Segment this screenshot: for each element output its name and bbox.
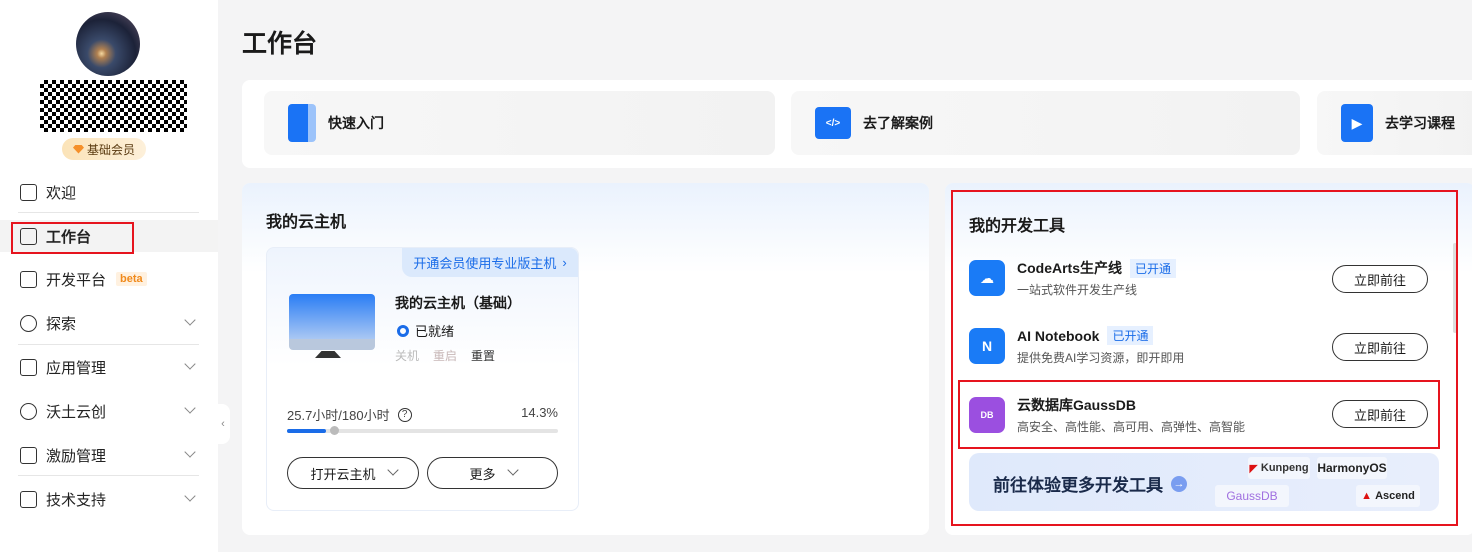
monitor-stand (315, 351, 341, 358)
play-icon: ▶ (1341, 104, 1373, 142)
usage-progress-fill (287, 429, 326, 433)
dev-platform-icon (20, 270, 37, 288)
sidebar-item-wotu[interactable]: 沃土云创 (0, 395, 218, 427)
go-button[interactable]: 立即前往 (1332, 265, 1428, 293)
usage-percent: 14.3% (521, 405, 558, 420)
home-icon (20, 183, 37, 201)
status-dot-icon (397, 324, 409, 337)
door-icon (288, 104, 316, 142)
chevron-down-icon (184, 314, 196, 326)
sidebar-item-explore[interactable]: 探索 (0, 307, 218, 339)
cloud-pipeline-icon: ☁ (969, 260, 1005, 296)
go-button[interactable]: 立即前往 (1332, 333, 1428, 361)
page-title: 工作台 (242, 30, 318, 58)
help-icon[interactable]: ? (397, 407, 412, 422)
upsell-link[interactable]: 开通会员使用专业版主机 › (402, 248, 578, 277)
progress-knob (329, 426, 339, 435)
chevron-down-icon (184, 402, 196, 414)
diamond-icon (72, 144, 84, 154)
sidebar-item-support[interactable]: 技术支持 (0, 483, 218, 515)
explore-icon (20, 314, 37, 332)
gift-icon (20, 446, 37, 464)
monitor-icon (289, 294, 375, 350)
enabled-tag: 已开通 (1130, 258, 1177, 278)
enabled-tag: 已开通 (1107, 326, 1154, 345)
quick-start-card[interactable]: 快速入门 (264, 91, 775, 155)
shutdown-button[interactable]: 关机 (395, 347, 419, 364)
open-host-button[interactable]: 打开云主机 (287, 457, 419, 489)
chevron-down-icon (184, 490, 196, 502)
highlight-box (11, 222, 134, 254)
usage-progress (287, 426, 558, 435)
notebook-chip-icon: N (969, 328, 1005, 364)
cases-card[interactable]: </> 去了解案例 (791, 91, 1300, 155)
support-icon (20, 490, 37, 508)
tool-ai-notebook: N AI Notebook 已开通 提供免费AI学习资源，即开即用 立即前往 (969, 326, 1429, 386)
panel-title: 我的云主机 (266, 214, 347, 231)
chevron-down-icon (384, 464, 399, 478)
member-badge[interactable]: 基础会员 (62, 138, 146, 160)
sidebar: 基础会员 欢迎 工作台 开发平台 beta 探索 应用管理 沃土云创 激励管理 技… (0, 0, 218, 552)
sidebar-item-incentive[interactable]: 激励管理 (0, 439, 218, 471)
chevron-down-icon (184, 358, 196, 370)
chevron-down-icon (504, 464, 519, 478)
restart-button[interactable]: 重启 (433, 347, 457, 364)
host-name: 我的云主机（基础） (395, 295, 521, 311)
kunpeng-logo: ◤ Kunpeng (1248, 457, 1310, 479)
divider (18, 475, 199, 476)
usage-text: 25.7小时/180小时 (287, 408, 390, 423)
sidebar-item-welcome[interactable]: 欢迎 (0, 176, 218, 208)
beta-badge: beta (116, 272, 147, 286)
courses-card[interactable]: ▶ 去学习课程 (1317, 91, 1472, 155)
avatar[interactable] (76, 12, 140, 76)
sidebar-item-app-manage[interactable]: 应用管理 (0, 351, 218, 383)
username-redacted (40, 80, 187, 132)
sidebar-item-dev-platform[interactable]: 开发平台 beta (0, 263, 218, 295)
divider (18, 344, 199, 345)
more-dev-tools-banner[interactable]: 前往体验更多开发工具 → ◤ Kunpeng HarmonyOS GaussDB ▲… (969, 453, 1439, 511)
harmonyos-logo: HarmonyOS (1317, 457, 1387, 479)
more-button[interactable]: 更多 (427, 457, 558, 489)
divider (18, 212, 199, 213)
reset-button[interactable]: 重置 (471, 347, 495, 364)
code-case-icon: </> (815, 107, 851, 139)
highlight-box (958, 380, 1440, 449)
cloud-host-card: 开通会员使用专业版主机 › 我的云主机（基础） 已就绪 关机 重启 重置 25.7… (266, 247, 579, 511)
status: 已就绪 (397, 321, 454, 340)
collapse-sidebar-button[interactable]: ‹ (216, 404, 230, 444)
gaussdb-logo: GaussDB (1215, 485, 1289, 507)
tool-codearts: ☁ CodeArts生产线 已开通 一站式软件开发生产线 立即前往 (969, 258, 1429, 318)
app-manage-icon (20, 358, 37, 376)
ascend-logo: ▲ Ascend (1356, 485, 1420, 507)
chevron-right-icon: › (562, 255, 567, 270)
chevron-down-icon (184, 446, 196, 458)
cloud-icon (20, 402, 37, 420)
arrow-right-icon: → (1171, 475, 1187, 492)
